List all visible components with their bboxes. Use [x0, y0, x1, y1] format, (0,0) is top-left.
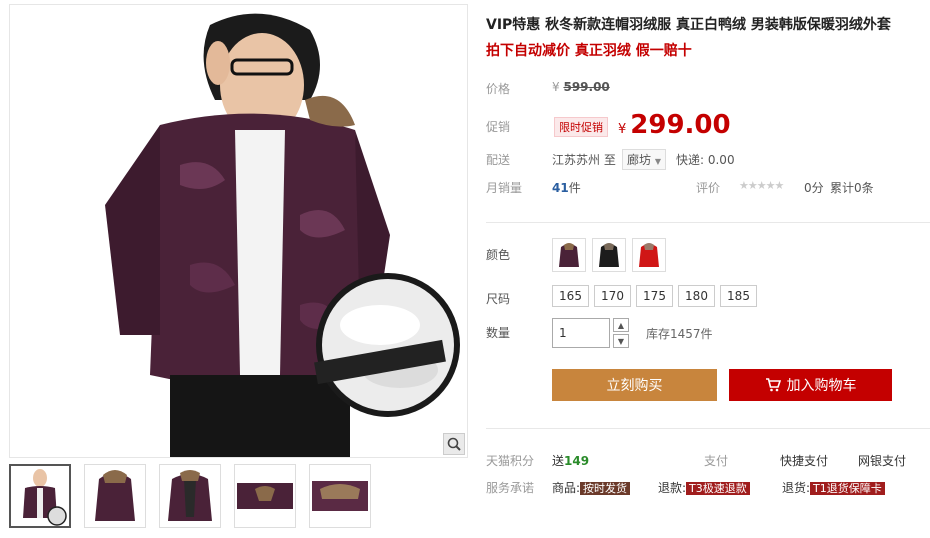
- thumbnail-3[interactable]: [159, 464, 221, 528]
- size-options: 165 170 175 180 185: [552, 285, 757, 307]
- service-tag: T1退货保障卡: [810, 482, 885, 495]
- original-price: ¥ 599.00: [552, 80, 610, 94]
- service-item[interactable]: 商品: 按时发货: [552, 479, 631, 496]
- extras-section: 天猫积分 送149 支付 快捷支付 网银支付 服务承诺 商品: 按时发货 退款: T…: [486, 438, 930, 500]
- rating-score: 0分: [804, 181, 824, 195]
- original-price-value: 599.00: [563, 80, 610, 94]
- size-label: 尺码: [486, 292, 511, 306]
- rating-label: 评价: [696, 181, 721, 195]
- service-prefix: 退款:: [658, 481, 687, 495]
- product-gallery: [9, 4, 468, 534]
- size-option[interactable]: 185: [720, 285, 757, 307]
- thumbnail-1[interactable]: [9, 464, 71, 528]
- promo-currency: ¥: [618, 122, 627, 137]
- reviews-link[interactable]: 累计0条: [830, 179, 874, 196]
- main-product-image[interactable]: [9, 4, 468, 458]
- sales-count: 41件: [552, 179, 581, 196]
- payment-method-quick[interactable]: 快捷支付: [780, 452, 828, 469]
- thumbnail-strip: [9, 464, 468, 534]
- promo-label: 促销: [486, 120, 511, 134]
- sales-unit: 件: [568, 181, 581, 195]
- service-prefix: 商品:: [552, 481, 581, 495]
- service-tag: T3极速退款: [686, 482, 750, 495]
- color-label: 颜色: [486, 248, 511, 262]
- thumbnail-image: [235, 465, 295, 527]
- star-rating-icon: ★★★★★: [739, 179, 784, 192]
- shipping-label: 配送: [486, 153, 511, 167]
- service-item[interactable]: 退货: T1退货保障卡: [782, 479, 885, 496]
- jacket-red-swatch: [639, 243, 659, 267]
- zoom-button[interactable]: [443, 433, 465, 455]
- ship-to-word: 至: [603, 153, 616, 167]
- promo-price: ¥299.00: [618, 110, 731, 140]
- sales-label: 月销量: [486, 181, 523, 195]
- points-prefix: 送: [552, 454, 565, 468]
- quantity-input[interactable]: [552, 318, 610, 348]
- service-prefix: 退货:: [782, 481, 811, 495]
- jacket-purple-swatch: [559, 243, 579, 267]
- ship-to-select[interactable]: 廊坊 ▼: [622, 149, 666, 170]
- points-value: 送149: [552, 452, 589, 469]
- express-fee: 快递: 0.00: [676, 153, 735, 167]
- thumbnail-5[interactable]: [309, 464, 371, 528]
- price-label: 价格: [486, 82, 511, 96]
- currency-symbol: ¥: [552, 80, 560, 94]
- product-title: VIP特惠 秋冬新款连帽羽绒服 真正白鸭绒 男装韩版保暖羽绒外套: [486, 17, 891, 33]
- thumbnail-4[interactable]: [234, 464, 296, 528]
- zoom-icon: [447, 437, 461, 451]
- size-option[interactable]: 165: [552, 285, 589, 307]
- add-to-cart-label: 加入购物车: [786, 378, 857, 394]
- ship-to-city: 廊坊: [627, 153, 652, 167]
- add-to-cart-button[interactable]: 加入购物车: [729, 369, 892, 401]
- promo-price-value: 299.00: [630, 110, 731, 140]
- promo-tag: 限时促销: [554, 117, 608, 137]
- thumbnail-image: [11, 466, 69, 526]
- service-item[interactable]: 退款: T3极速退款: [658, 479, 750, 496]
- divider: [486, 222, 930, 223]
- service-tag: 按时发货: [580, 482, 631, 495]
- thumbnail-image: [85, 465, 145, 527]
- points-label: 天猫积分: [486, 454, 535, 468]
- size-option[interactable]: 175: [636, 285, 673, 307]
- thumbnail-image: [160, 465, 220, 527]
- model-photo: [10, 5, 467, 457]
- size-option[interactable]: 170: [594, 285, 631, 307]
- ship-from-city: 江苏苏州: [552, 153, 601, 167]
- color-option-purple[interactable]: [552, 238, 586, 272]
- color-option-red[interactable]: [632, 238, 666, 272]
- product-info-panel: VIP特惠 秋冬新款连帽羽绒服 真正白鸭绒 男装韩版保暖羽绒外套 拍下自动减价 …: [486, 0, 930, 538]
- ship-from: 江苏苏州 至: [552, 151, 616, 168]
- buy-now-button[interactable]: 立刻购买: [552, 369, 717, 401]
- sales-count-value: 41: [552, 181, 569, 195]
- color-option-black[interactable]: [592, 238, 626, 272]
- chevron-down-icon: ▼: [654, 157, 661, 166]
- thumbnail-image: [310, 465, 370, 527]
- payment-method-bank[interactable]: 网银支付: [858, 452, 906, 469]
- points-number: 149: [564, 454, 590, 468]
- quantity-decrease-button[interactable]: ▼: [613, 334, 629, 348]
- chevron-up-icon: ▲: [617, 320, 625, 330]
- service-label: 服务承诺: [486, 481, 535, 495]
- stock-count: 库存1457件: [646, 327, 713, 341]
- jacket-black-swatch: [599, 243, 619, 267]
- chevron-down-icon: ▼: [617, 336, 625, 346]
- quantity-increase-button[interactable]: ▲: [613, 318, 629, 332]
- size-option[interactable]: 180: [678, 285, 715, 307]
- divider: [486, 428, 930, 429]
- thumbnail-2[interactable]: [84, 464, 146, 528]
- payment-label: 支付: [704, 454, 729, 468]
- quantity-label: 数量: [486, 326, 511, 340]
- cart-icon: [765, 378, 781, 392]
- color-options: [552, 238, 666, 272]
- product-subtitle: 拍下自动减价 真正羽绒 假一赔十: [486, 43, 692, 59]
